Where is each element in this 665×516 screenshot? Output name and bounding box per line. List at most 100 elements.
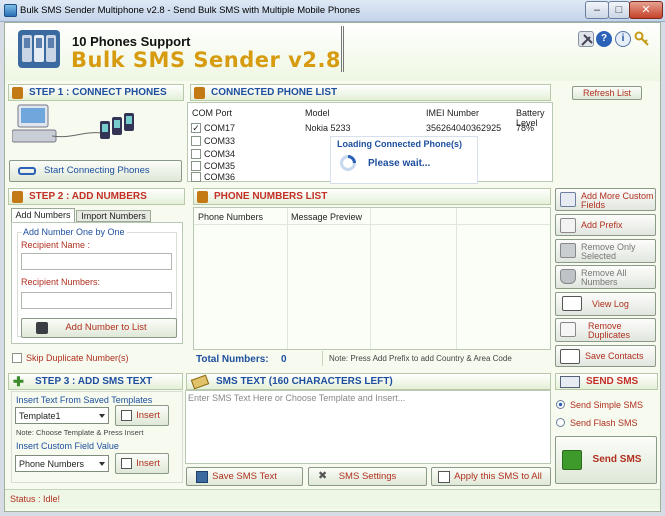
- row-checkbox[interactable]: [191, 172, 201, 182]
- add-prefix-button[interactable]: Add Prefix: [555, 214, 656, 236]
- col-message-preview: Message Preview: [291, 212, 363, 222]
- status-text: Status : Idle!: [10, 494, 61, 504]
- phone-icon: [194, 87, 205, 99]
- template-label: Insert Text From Saved Templates: [16, 395, 153, 405]
- connected-list-header: CONNECTED PHONE LIST Refresh List: [190, 84, 642, 101]
- add-prefix-label: Add Prefix: [581, 220, 623, 230]
- sms-text-placeholder: Enter SMS Text Here or Choose Template a…: [188, 393, 406, 403]
- add-number-label: Add Number to List: [65, 322, 147, 333]
- key-icon[interactable]: [634, 31, 650, 47]
- send-flash-radio[interactable]: [556, 418, 565, 427]
- info-icon[interactable]: i: [615, 31, 631, 47]
- header-banner: 10 Phones Support Bulk SMS Sender v2.8 ?…: [5, 23, 660, 81]
- app-logo-title: Bulk SMS Sender v2.8: [71, 48, 342, 72]
- divider: [322, 351, 323, 366]
- start-connecting-button[interactable]: Start Connecting Phones: [9, 160, 182, 182]
- remove-selected-button[interactable]: Remove Only Selected: [555, 239, 656, 263]
- add-prefix-note: Note: Press Add Prefix to add Country & …: [329, 354, 512, 363]
- tools-icon[interactable]: [578, 31, 594, 47]
- trash-icon: [560, 269, 576, 284]
- window-title: Bulk SMS Sender Multiphone v2.8 - Send B…: [20, 5, 361, 16]
- save-icon: [196, 471, 208, 483]
- header-divider: [341, 26, 344, 72]
- row-port: COM35: [204, 161, 236, 171]
- step2-title: STEP 2 : ADD NUMBERS: [29, 191, 147, 202]
- save-sms-text-button[interactable]: Save SMS Text: [186, 467, 303, 486]
- numbers-list-header: PHONE NUMBERS LIST: [193, 188, 551, 205]
- tab-import-numbers[interactable]: Import Numbers: [76, 210, 151, 222]
- envelope-icon: [560, 376, 580, 388]
- send-simple-radio[interactable]: [556, 400, 565, 409]
- row-checkbox[interactable]: [191, 136, 201, 146]
- row-model: Nokia 5233: [305, 123, 351, 133]
- custom-field-label: Insert Custom Field Value: [16, 441, 119, 451]
- connected-phone-table: COM Port Model IMEI Number Battery Level…: [187, 102, 553, 184]
- phone-icon: [12, 87, 23, 99]
- insert-custom-field-label: Insert: [136, 458, 160, 469]
- step3-title: STEP 3 : ADD SMS TEXT: [35, 376, 153, 387]
- col-imei: IMEI Number: [426, 108, 480, 118]
- row-checkbox[interactable]: ✓: [191, 123, 201, 133]
- row-port: COM34: [204, 149, 236, 159]
- template-note: Note: Choose Template & Press Insert: [16, 428, 144, 437]
- phone-icon: [197, 191, 208, 203]
- insert-custom-field-button[interactable]: Insert: [115, 453, 169, 474]
- header-subtitle: 10 Phones Support: [72, 34, 191, 49]
- table-row[interactable]: ✓ COM17 Nokia 5233 356264040362925 78%: [188, 122, 552, 134]
- custom-field-select[interactable]: Phone Numbers: [15, 455, 109, 472]
- send-flash-label: Send Flash SMS: [570, 418, 638, 428]
- remove-selected-label: Remove Only Selected: [581, 242, 636, 261]
- row-battery: 78%: [516, 123, 535, 133]
- remove-selected-icon: [560, 243, 576, 258]
- loading-text: Please wait...: [368, 158, 431, 169]
- send-icon: [562, 450, 582, 470]
- tab-add-numbers[interactable]: Add Numbers: [11, 208, 75, 222]
- sms-settings-button[interactable]: ✖ SMS Settings: [308, 467, 427, 486]
- step1-title: STEP 1 : CONNECT PHONES: [29, 87, 167, 98]
- loading-dialog: Loading Connected Phone(s) Please wait..…: [330, 136, 478, 184]
- save-contacts-icon: [560, 349, 580, 364]
- usb-icon: [18, 167, 36, 175]
- recipient-name-input[interactable]: [21, 253, 172, 270]
- add-phone-icon: [36, 322, 48, 334]
- status-bar: Status : Idle!: [5, 489, 660, 509]
- log-icon: [562, 296, 582, 311]
- row-checkbox[interactable]: [191, 161, 201, 171]
- pencil-icon: [190, 374, 210, 390]
- send-simple-label: Send Simple SMS: [570, 400, 644, 410]
- total-numbers-value: 0: [281, 354, 287, 365]
- skip-duplicate-label: Skip Duplicate Number(s): [26, 353, 129, 363]
- close-button[interactable]: ✕: [629, 1, 663, 19]
- help-icon[interactable]: ?: [596, 31, 612, 47]
- template-select-value: Template1: [19, 411, 61, 421]
- save-contacts-button[interactable]: Save Contacts: [555, 345, 656, 367]
- refresh-list-button[interactable]: Refresh List: [572, 86, 642, 100]
- step2-header: STEP 2 : ADD NUMBERS: [8, 188, 185, 205]
- add-number-button[interactable]: Add Number to List: [21, 318, 177, 338]
- row-checkbox[interactable]: [191, 149, 201, 159]
- phone-icon: [12, 191, 23, 203]
- total-numbers-label: Total Numbers:: [196, 354, 269, 365]
- wrench-icon: ✖: [318, 470, 328, 482]
- insert-template-button[interactable]: Insert: [115, 405, 169, 426]
- view-log-button[interactable]: View Log: [555, 292, 656, 316]
- send-sms-button[interactable]: Send SMS: [555, 436, 657, 484]
- insert-icon: [121, 458, 132, 469]
- minimize-button[interactable]: –: [585, 1, 609, 19]
- col-phone-numbers: Phone Numbers: [198, 212, 264, 222]
- sms-text-area[interactable]: Enter SMS Text Here or Choose Template a…: [185, 390, 551, 464]
- apply-sms-all-button[interactable]: Apply this SMS to All: [431, 467, 551, 486]
- row-port: COM33: [204, 136, 236, 146]
- recipient-numbers-input[interactable]: [21, 292, 172, 309]
- numbers-list-title: PHONE NUMBERS LIST: [214, 191, 328, 202]
- skip-duplicate-checkbox[interactable]: [12, 353, 22, 363]
- remove-duplicates-button[interactable]: Remove Duplicates: [555, 318, 656, 342]
- add-custom-fields-button[interactable]: Add More Custom Fields: [555, 188, 656, 211]
- template-select[interactable]: Template1: [15, 407, 109, 424]
- row-port: COM36: [204, 172, 236, 182]
- phone-numbers-table[interactable]: Phone Numbers Message Preview: [193, 207, 551, 350]
- remove-all-button[interactable]: Remove All Numbers: [555, 265, 656, 289]
- remove-duplicates-label: Remove Duplicates: [588, 321, 631, 340]
- maximize-button[interactable]: □: [608, 1, 630, 19]
- insert-icon: [121, 410, 132, 421]
